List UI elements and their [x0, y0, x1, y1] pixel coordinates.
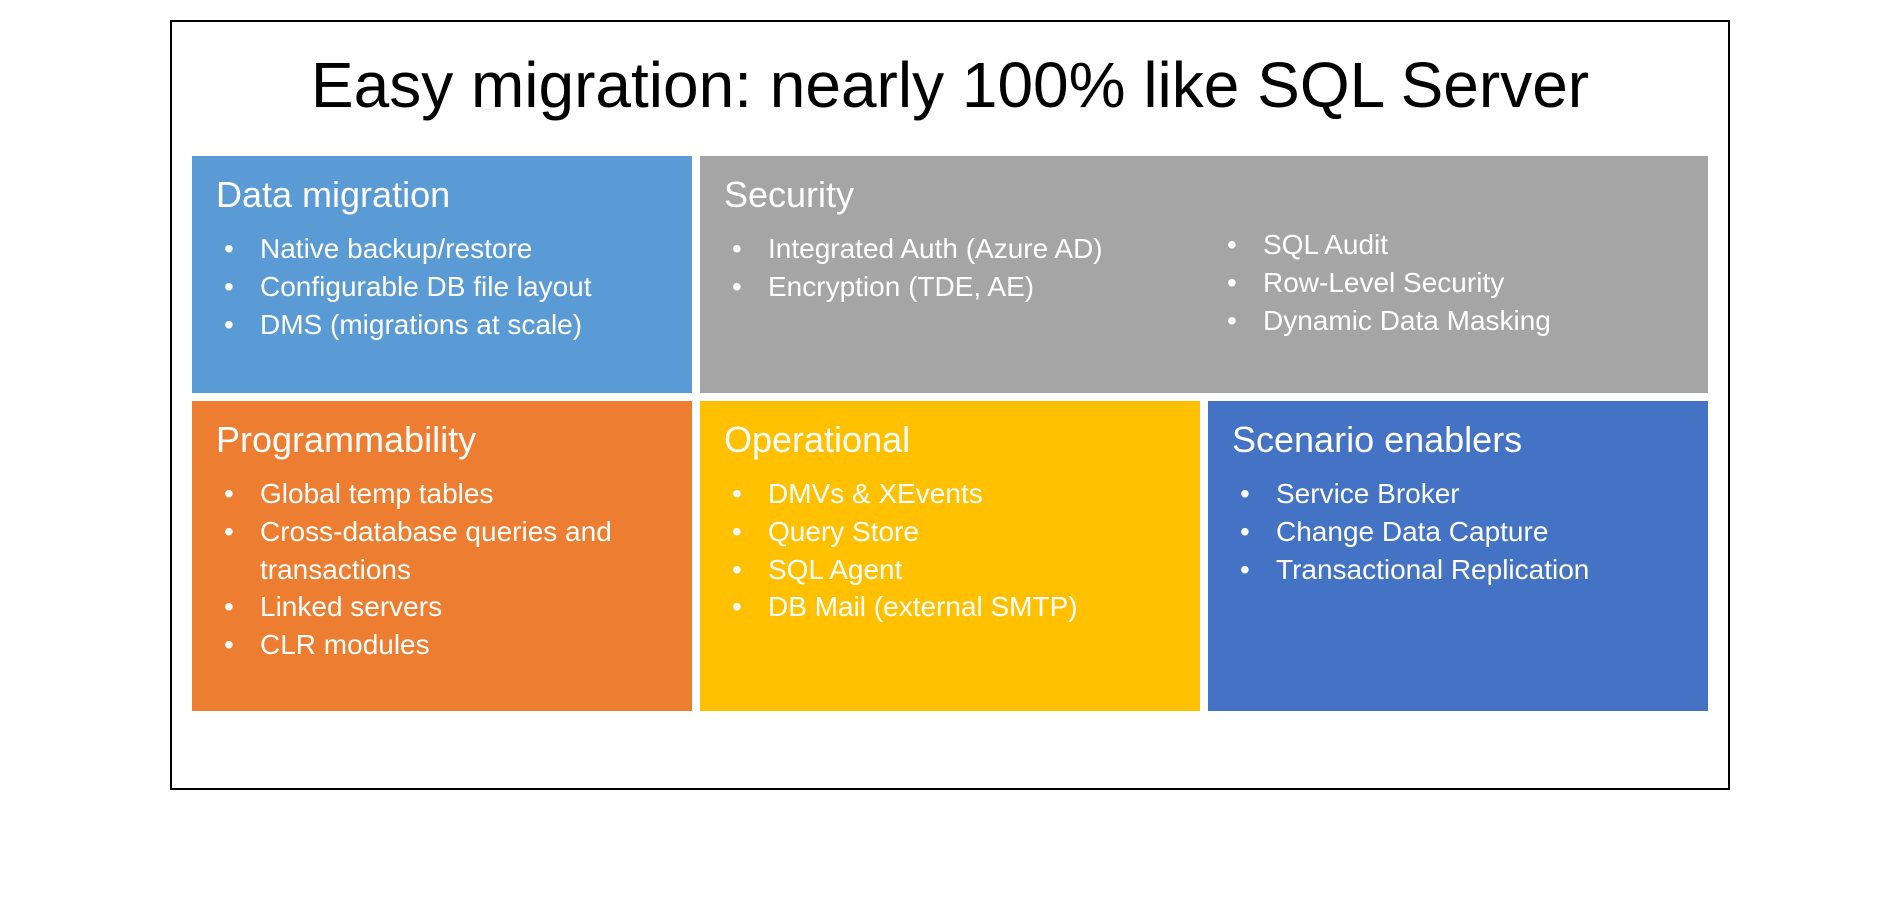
bullet-text: SQL Agent: [768, 551, 1176, 589]
list-item: •Query Store: [732, 513, 1176, 551]
bullet-icon: •: [224, 268, 260, 306]
card-heading: Security: [724, 174, 1684, 216]
list-item: •Change Data Capture: [1240, 513, 1684, 551]
bullet-text: DMVs & XEvents: [768, 475, 1176, 513]
card-data-migration: Data migration •Native backup/restore •C…: [192, 156, 692, 393]
bullet-text: DMS (migrations at scale): [260, 306, 668, 344]
list-item: •Integrated Auth (Azure AD): [732, 230, 1189, 268]
bullet-list: •Integrated Auth (Azure AD) •Encryption …: [732, 230, 1189, 339]
bullet-text: DB Mail (external SMTP): [768, 588, 1176, 626]
bullet-icon: •: [1240, 551, 1276, 589]
bullet-text: Integrated Auth (Azure AD): [768, 230, 1189, 268]
card-grid: Data migration •Native backup/restore •C…: [192, 156, 1708, 768]
slide-title: Easy migration: nearly 100% like SQL Ser…: [192, 48, 1708, 122]
bullet-list: •DMVs & XEvents •Query Store •SQL Agent …: [732, 475, 1176, 626]
bullet-icon: •: [224, 588, 260, 626]
list-item: •DB Mail (external SMTP): [732, 588, 1176, 626]
card-scenario-enablers: Scenario enablers •Service Broker •Chang…: [1208, 401, 1708, 711]
bullet-text: Global temp tables: [260, 475, 668, 513]
bullet-icon: •: [732, 551, 768, 589]
bullet-text: Native backup/restore: [260, 230, 668, 268]
bullet-icon: •: [732, 230, 768, 268]
bullet-text: Dynamic Data Masking: [1263, 302, 1684, 340]
bullet-text: Cross-database queries and transactions: [260, 513, 668, 589]
bullet-list: •Service Broker •Change Data Capture •Tr…: [1240, 475, 1684, 588]
bullet-icon: •: [732, 588, 768, 626]
bullet-text: SQL Audit: [1263, 226, 1684, 264]
list-item: •Service Broker: [1240, 475, 1684, 513]
list-item: •Global temp tables: [224, 475, 668, 513]
bullet-icon: •: [224, 513, 260, 551]
bullet-icon: •: [1227, 226, 1263, 264]
bullet-icon: •: [224, 306, 260, 344]
bullet-text: Linked servers: [260, 588, 668, 626]
list-item: •Native backup/restore: [224, 230, 668, 268]
bullet-icon: •: [732, 268, 768, 306]
slide-frame: Easy migration: nearly 100% like SQL Ser…: [170, 20, 1730, 790]
list-item: •CLR modules: [224, 626, 668, 664]
bullet-text: CLR modules: [260, 626, 668, 664]
card-operational: Operational •DMVs & XEvents •Query Store…: [700, 401, 1200, 711]
bullet-text: Transactional Replication: [1276, 551, 1684, 589]
list-item: •Configurable DB file layout: [224, 268, 668, 306]
list-item: •Transactional Replication: [1240, 551, 1684, 589]
card-heading: Programmability: [216, 419, 668, 461]
bullet-list: •Global temp tables •Cross-database quer…: [224, 475, 668, 664]
list-item: •Dynamic Data Masking: [1227, 302, 1684, 340]
list-item: •SQL Agent: [732, 551, 1176, 589]
card-programmability: Programmability •Global temp tables •Cro…: [192, 401, 692, 711]
bullet-text: Encryption (TDE, AE): [768, 268, 1189, 306]
bullet-icon: •: [224, 230, 260, 268]
list-item: •Linked servers: [224, 588, 668, 626]
bullet-text: Service Broker: [1276, 475, 1684, 513]
card-heading: Data migration: [216, 174, 668, 216]
bullet-list: •Native backup/restore •Configurable DB …: [224, 230, 668, 343]
bullet-text: Query Store: [768, 513, 1176, 551]
bullet-icon: •: [1240, 513, 1276, 551]
list-item: •DMVs & XEvents: [732, 475, 1176, 513]
bullet-icon: •: [732, 475, 768, 513]
card-security: Security •Integrated Auth (Azure AD) •En…: [700, 156, 1708, 393]
bullet-list: •SQL Audit •Row-Level Security •Dynamic …: [1227, 226, 1684, 339]
bullet-icon: •: [732, 513, 768, 551]
list-item: •Cross-database queries and transactions: [224, 513, 668, 589]
bullet-text: Configurable DB file layout: [260, 268, 668, 306]
bullet-icon: •: [224, 475, 260, 513]
security-columns: •Integrated Auth (Azure AD) •Encryption …: [724, 230, 1684, 339]
list-item: •SQL Audit: [1227, 226, 1684, 264]
card-heading: Scenario enablers: [1232, 419, 1684, 461]
bullet-icon: •: [1240, 475, 1276, 513]
bullet-icon: •: [1227, 264, 1263, 302]
bullet-text: Change Data Capture: [1276, 513, 1684, 551]
bullet-text: Row-Level Security: [1263, 264, 1684, 302]
list-item: •Encryption (TDE, AE): [732, 268, 1189, 306]
list-item: •DMS (migrations at scale): [224, 306, 668, 344]
card-heading: Operational: [724, 419, 1176, 461]
list-item: •Row-Level Security: [1227, 264, 1684, 302]
bullet-icon: •: [1227, 302, 1263, 340]
bullet-icon: •: [224, 626, 260, 664]
